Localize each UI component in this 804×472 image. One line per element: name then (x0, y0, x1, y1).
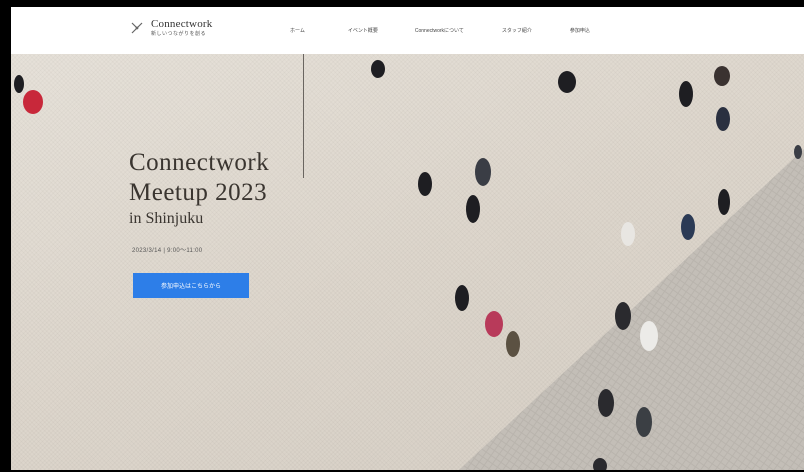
logo-name: Connectwork (151, 18, 213, 30)
event-location: in Shinjuku (129, 210, 204, 227)
main-nav: ホーム イベント概要 Connectworkについて スタッフ紹介 参加申込 (290, 27, 590, 34)
event-date: 2023/3/14 | 9:00〜11:00 (132, 248, 203, 254)
hero-section (11, 54, 804, 470)
nav-item-home[interactable]: ホーム (290, 27, 305, 34)
event-title-line1: Connectwork (129, 149, 270, 176)
browser-viewport: Connectwork 新しいつながりを創る ホーム イベント概要 Connec… (11, 7, 804, 470)
site-header: Connectwork 新しいつながりを創る ホーム イベント概要 Connec… (11, 7, 804, 54)
nav-item-event-overview[interactable]: イベント概要 (348, 27, 378, 34)
hero-background-photo (14, 60, 804, 470)
page: Connectwork 新しいつながりを創る ホーム イベント概要 Connec… (0, 0, 804, 472)
apply-button[interactable]: 参加申込はこちらから (133, 273, 249, 298)
event-title: Connectwork Meetup 2023 (129, 148, 269, 208)
site-logo[interactable]: Connectwork 新しいつながりを創る (129, 19, 212, 37)
logo-tagline: 新しいつながりを創る (151, 31, 207, 37)
nav-item-about[interactable]: Connectworkについて (415, 27, 464, 34)
logo-mark-icon (131, 22, 143, 34)
vertical-divider (303, 54, 304, 178)
event-title-line2: Meetup 2023 (129, 179, 268, 206)
nav-item-apply[interactable]: 参加申込 (570, 27, 590, 34)
nav-item-staff[interactable]: スタッフ紹介 (502, 27, 532, 34)
